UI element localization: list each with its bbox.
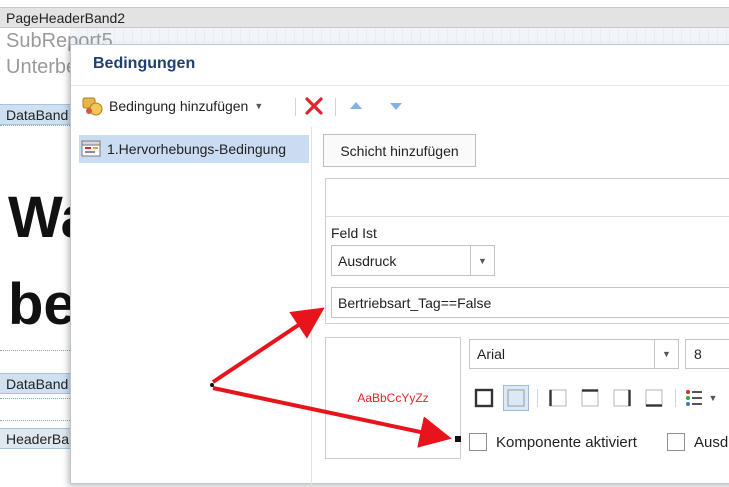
font-family-select[interactable]: Arial ▼	[469, 339, 679, 369]
condition-list-item[interactable]: 1.Hervorhebungs-Bedingung	[79, 135, 309, 163]
add-condition-icon	[82, 97, 103, 116]
report-text-large-1[interactable]: Wa	[8, 180, 74, 256]
field-type-select[interactable]: Ausdruck ▼	[331, 245, 495, 276]
title-divider	[71, 85, 729, 86]
add-condition-button[interactable]: Bedingung hinzufügen ▼	[81, 94, 263, 118]
component-enabled-checkbox[interactable]: Komponente aktiviert	[469, 431, 637, 453]
border-none-icon	[507, 389, 525, 407]
conditions-dialog: Bedingungen Bedingung hinzufügen ▼ 1.Her…	[70, 44, 729, 487]
list-style-icon	[685, 390, 702, 406]
move-down-button[interactable]	[387, 97, 405, 115]
header-band[interactable]: HeaderBand	[0, 428, 80, 449]
dialog-toolbar: Bedingung hinzufügen ▼	[71, 90, 729, 122]
panel-divider	[311, 127, 312, 487]
border-right-button[interactable]	[609, 385, 635, 411]
field-is-label: Feld Ist	[331, 225, 377, 241]
chevron-down-icon: ▼	[708, 393, 718, 403]
designer-ruler-strip	[70, 28, 729, 43]
font-size-value: 8	[694, 346, 702, 362]
layer-header	[326, 179, 729, 217]
border-left-button[interactable]	[545, 385, 571, 411]
condition-layer-panel: Feld Ist Ausdruck ▼ Bertriebsart_Tag==Fa…	[325, 178, 729, 324]
toolbar-divider	[675, 389, 676, 407]
band-guide-line	[0, 398, 80, 399]
condition-label: 1.Hervorhebungs-Bedingung	[107, 141, 287, 157]
chevron-down-icon: ▼	[654, 340, 678, 368]
chevron-down-icon: ▼	[254, 101, 264, 111]
border-all-button[interactable]	[471, 385, 497, 411]
add-layer-button[interactable]: Schicht hinzufügen	[323, 134, 476, 167]
field-type-value: Ausdruck	[338, 252, 397, 269]
border-left-icon	[549, 389, 567, 407]
border-toolbar: ▼	[469, 383, 729, 413]
font-family-value: Arial	[477, 346, 506, 362]
dialog-title: Bedingungen	[93, 55, 196, 72]
checkbox-box[interactable]	[667, 433, 685, 451]
checkbox-box[interactable]	[469, 433, 487, 451]
toolbar-divider	[295, 98, 296, 116]
border-top-icon	[581, 389, 599, 407]
border-top-button[interactable]	[577, 385, 603, 411]
border-right-icon	[613, 389, 631, 407]
border-all-icon	[474, 388, 494, 408]
page-header-band[interactable]: PageHeaderBand2	[0, 7, 729, 28]
highlight-condition-icon	[81, 140, 101, 157]
delete-icon	[305, 97, 323, 115]
band-guide-line	[0, 420, 80, 421]
data-band-2[interactable]: DataBand	[0, 373, 80, 394]
arrow-up-icon	[350, 102, 362, 109]
expression-input[interactable]: Bertriebsart_Tag==False	[331, 287, 729, 318]
data-band-1[interactable]: DataBand	[0, 104, 80, 125]
chevron-down-icon: ▼	[470, 246, 494, 275]
list-style-button[interactable]: ▼	[681, 385, 721, 411]
toolbar-divider	[335, 98, 336, 116]
add-condition-label: Bedingung hinzufügen	[109, 98, 249, 114]
border-bottom-icon	[645, 389, 663, 407]
border-none-button[interactable]	[503, 385, 529, 411]
band-guide-line	[0, 125, 80, 126]
delete-condition-button[interactable]	[303, 95, 325, 117]
subreport-sub-label: Unterbe	[6, 56, 78, 74]
style-preview: AaBbCcYyZz	[325, 337, 461, 459]
arrow-down-icon	[390, 103, 402, 110]
band-guide-line	[0, 350, 80, 351]
toolbar-divider	[537, 389, 538, 407]
move-up-button[interactable]	[347, 97, 365, 115]
component-enabled-label: Komponente aktiviert	[496, 433, 637, 451]
report-text-large-2[interactable]: be	[8, 270, 74, 340]
second-checkbox[interactable]: Ausd	[667, 431, 728, 453]
border-bottom-button[interactable]	[641, 385, 667, 411]
font-size-select[interactable]: 8	[685, 339, 729, 369]
second-checkbox-label: Ausd	[694, 433, 729, 451]
